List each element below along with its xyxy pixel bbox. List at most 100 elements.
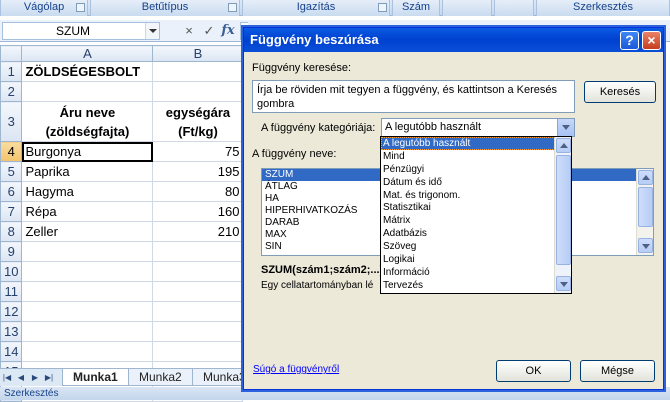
cell-a12[interactable] xyxy=(21,301,154,322)
row-header[interactable]: 9 xyxy=(0,241,23,262)
row-header[interactable]: 1 xyxy=(0,61,23,82)
category-option[interactable]: Mat. és trigonom. xyxy=(381,189,571,202)
table-row: 6 Hagyma 80 xyxy=(0,181,244,202)
select-all-corner[interactable] xyxy=(0,45,23,62)
cell-b8[interactable]: 210 xyxy=(152,221,244,242)
cell-a13[interactable] xyxy=(21,321,154,342)
name-box[interactable]: SZUM xyxy=(2,22,160,40)
category-option[interactable]: Adatbázis xyxy=(381,227,571,240)
cell-b2[interactable] xyxy=(152,81,244,102)
help-icon[interactable]: ? xyxy=(620,31,639,50)
ribbon-group-label: Igazítás xyxy=(296,1,336,13)
enter-icon[interactable]: ✓ xyxy=(200,22,218,40)
cell-a5[interactable]: Paprika xyxy=(21,161,154,182)
row-header[interactable]: 10 xyxy=(0,261,23,282)
category-option[interactable]: Mind xyxy=(381,150,571,163)
cell-b5[interactable]: 195 xyxy=(152,161,244,182)
cell-a9[interactable] xyxy=(21,241,154,262)
cell-a1[interactable]: ZÖLDSÉGESBOLT xyxy=(21,61,154,82)
cell-b11[interactable] xyxy=(152,281,244,302)
cell-b7[interactable]: 160 xyxy=(152,201,244,222)
scroll-up-icon[interactable] xyxy=(638,170,653,185)
category-option[interactable]: Szöveg xyxy=(381,240,571,253)
table-row: 10 xyxy=(0,261,244,282)
cell-a10[interactable] xyxy=(21,261,154,282)
close-icon[interactable]: × xyxy=(642,31,661,50)
category-select[interactable]: A legutóbb használt xyxy=(381,118,575,137)
chevron-down-icon[interactable] xyxy=(145,23,159,39)
row-header[interactable]: 8 xyxy=(0,221,23,242)
worksheet-grid: A B 1 ZÖLDSÉGESBOLT 2 3 Áru neve (zöldségfaj… xyxy=(0,45,244,402)
row-header[interactable]: 13 xyxy=(0,321,23,342)
category-dropdown-list[interactable]: A legutóbb használt Mind Pénzügyi Dátum és … xyxy=(380,136,572,294)
cell-b12[interactable] xyxy=(152,301,244,322)
sheet-tab-munka3[interactable]: Munka3 xyxy=(192,369,250,386)
function-signature: SZUM(szám1;szám2;...) xyxy=(261,264,384,276)
sheet-tab-munka1[interactable]: Munka1 xyxy=(62,369,129,386)
row-header[interactable]: 14 xyxy=(0,341,23,362)
scroll-up-icon[interactable] xyxy=(556,138,571,153)
scroll-down-icon[interactable] xyxy=(556,276,571,291)
insert-function-icon[interactable]: fx xyxy=(219,22,237,40)
table-row: 13 xyxy=(0,321,244,342)
chevron-down-icon[interactable] xyxy=(557,119,574,136)
search-button[interactable]: Keresés xyxy=(584,81,656,103)
table-row: 1 ZÖLDSÉGESBOLT xyxy=(0,61,244,82)
row-header[interactable]: 6 xyxy=(0,181,23,202)
category-option[interactable]: Statisztikai xyxy=(381,201,571,214)
scroll-thumb[interactable] xyxy=(556,155,571,265)
cancel-icon[interactable]: × xyxy=(180,22,198,40)
cell-a4[interactable]: Burgonya xyxy=(21,141,154,162)
dialog-title-bar[interactable]: Függvény beszúrása ? × xyxy=(244,28,663,52)
ribbon-group-font: Betűtípus xyxy=(90,0,240,16)
function-list-scrollbar[interactable] xyxy=(636,169,653,255)
dialog-launcher-icon[interactable] xyxy=(378,3,387,12)
cell-a6[interactable]: Hagyma xyxy=(21,181,154,202)
scroll-thumb[interactable] xyxy=(638,187,653,227)
cell-a11[interactable] xyxy=(21,281,154,302)
cell-a14[interactable] xyxy=(21,341,154,362)
cell-a2[interactable] xyxy=(21,81,154,102)
row-header[interactable]: 7 xyxy=(0,201,23,222)
cell-b9[interactable] xyxy=(152,241,244,262)
row-header[interactable]: 5 xyxy=(0,161,23,182)
cell-b13[interactable] xyxy=(152,321,244,342)
cell-b6[interactable]: 80 xyxy=(152,181,244,202)
cell-b14[interactable] xyxy=(152,341,244,362)
cancel-button[interactable]: Mégse xyxy=(580,360,655,382)
row-header[interactable]: 4 xyxy=(0,141,23,162)
row-header[interactable]: 3 xyxy=(0,101,23,142)
category-option[interactable]: Tervezés xyxy=(381,279,571,292)
cell-b1[interactable] xyxy=(152,61,244,82)
last-sheet-icon[interactable]: ▶| xyxy=(44,372,54,384)
column-header-a[interactable]: A xyxy=(21,45,154,62)
category-option[interactable]: Mátrix xyxy=(381,214,571,227)
cell-a7[interactable]: Répa xyxy=(21,201,154,222)
cell-b4[interactable]: 75 xyxy=(152,141,244,162)
category-option[interactable]: Dátum és idő xyxy=(381,176,571,189)
dialog-launcher-icon[interactable] xyxy=(228,3,237,12)
column-header-b[interactable]: B xyxy=(152,45,244,62)
function-help-link[interactable]: Súgó a függvényről xyxy=(253,364,339,375)
next-sheet-icon[interactable]: ▶ xyxy=(30,372,40,384)
search-input[interactable]: Írja be röviden mit tegyen a függvény, é… xyxy=(252,80,575,113)
scroll-down-icon[interactable] xyxy=(638,238,653,253)
cell-a3[interactable]: Áru neve (zöldségfajta) xyxy=(21,101,154,142)
cell-b10[interactable] xyxy=(152,261,244,282)
category-option[interactable]: A legutóbb használt xyxy=(381,137,571,150)
category-option[interactable]: Információ xyxy=(381,266,571,279)
ribbon-group-clipboard: Vágólap xyxy=(0,0,88,16)
category-option[interactable]: Logikai xyxy=(381,253,571,266)
first-sheet-icon[interactable]: |◀ xyxy=(2,372,12,384)
prev-sheet-icon[interactable]: ◀ xyxy=(16,372,26,384)
dialog-launcher-icon[interactable] xyxy=(76,3,85,12)
row-header[interactable]: 11 xyxy=(0,281,23,302)
sheet-tab-munka2[interactable]: Munka2 xyxy=(128,369,193,386)
cell-b3[interactable]: egységára (Ft/kg) xyxy=(152,101,244,142)
row-header[interactable]: 2 xyxy=(0,81,23,102)
dropdown-scrollbar[interactable] xyxy=(554,137,571,293)
cell-a8[interactable]: Zeller xyxy=(21,221,154,242)
category-option[interactable]: Pénzügyi xyxy=(381,163,571,176)
ok-button[interactable]: OK xyxy=(496,360,571,382)
row-header[interactable]: 12 xyxy=(0,301,23,322)
